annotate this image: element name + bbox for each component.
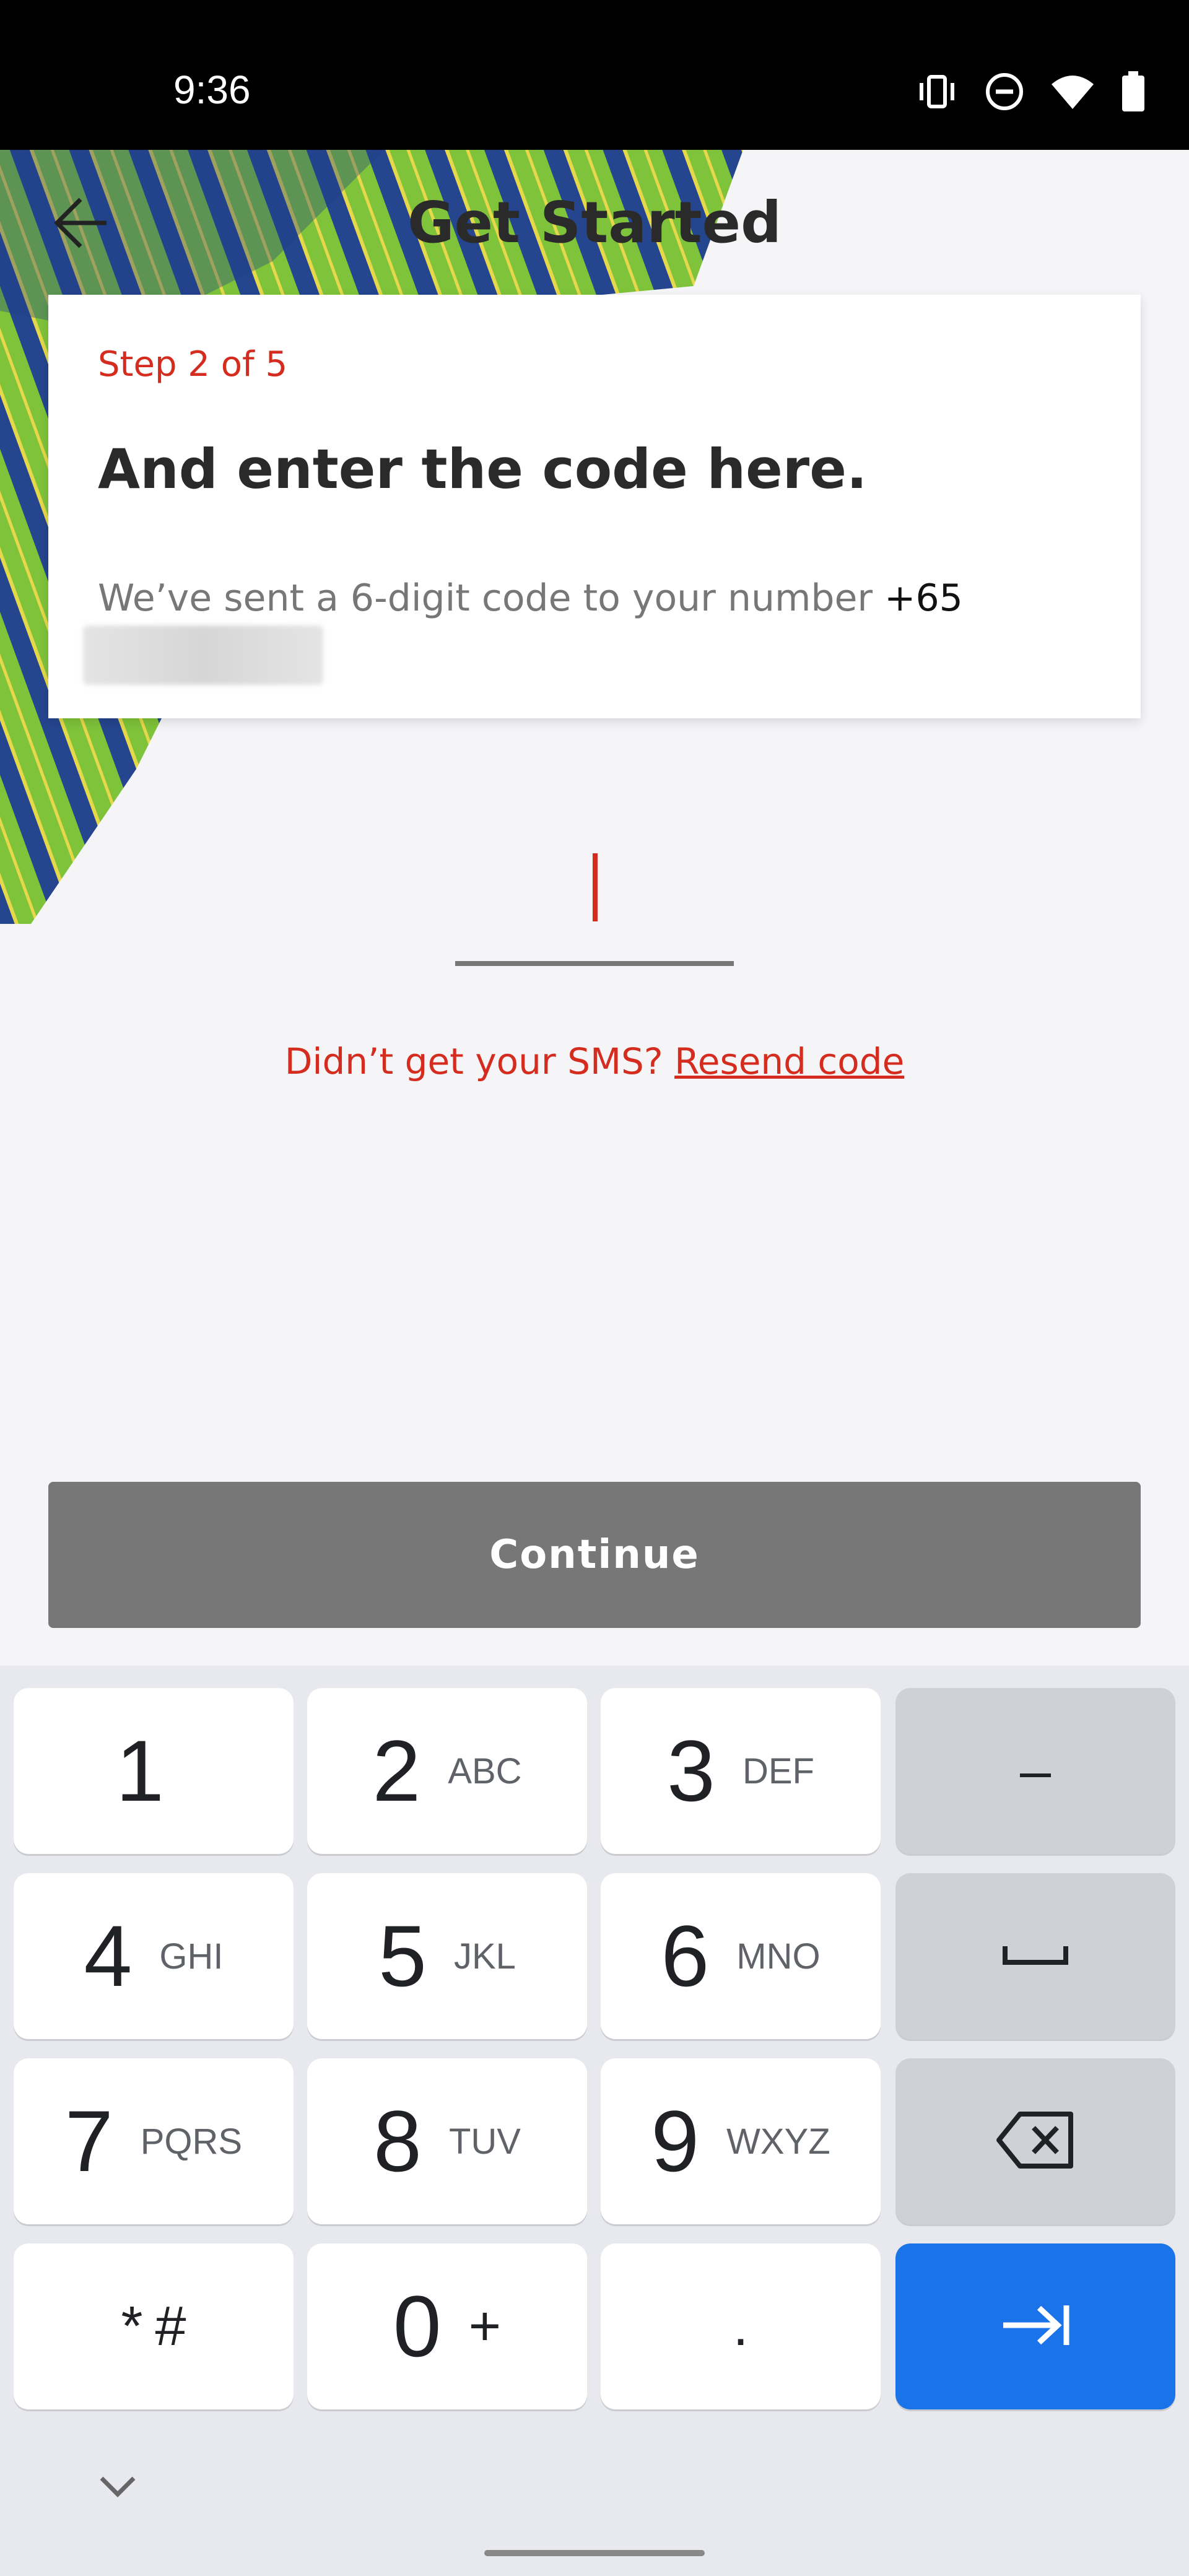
key-dash[interactable]: –	[895, 1688, 1175, 1854]
step-card: Step 2 of 5 And enter the code here. We’…	[48, 295, 1141, 718]
key-next[interactable]	[895, 2243, 1175, 2409]
status-bar: 9:36	[0, 0, 1189, 150]
gesture-nav-bar[interactable]	[484, 2550, 705, 2556]
backspace-icon	[995, 2109, 1076, 2174]
page-title: Get Started	[407, 189, 782, 256]
key-6[interactable]: 6 MNO	[601, 1873, 881, 2039]
key-period[interactable]: .	[601, 2243, 881, 2409]
key-space[interactable]	[895, 1873, 1175, 2039]
key-3[interactable]: 3 DEF	[601, 1688, 881, 1854]
redacted-phone-number	[83, 625, 323, 685]
do-not-disturb-icon	[985, 72, 1024, 111]
card-title: And enter the code here.	[98, 437, 868, 501]
resend-prompt: Didn’t get your SMS?	[284, 1040, 663, 1082]
code-underline	[455, 961, 734, 966]
key-star-hash[interactable]: * #	[14, 2243, 294, 2409]
resend-code-link[interactable]: Resend code	[674, 1040, 904, 1082]
vibrate-icon	[915, 73, 959, 110]
battery-icon	[1121, 71, 1146, 112]
space-icon	[1001, 1943, 1069, 1970]
status-time: 9:36	[173, 67, 251, 112]
description-text: We’ve sent a 6-digit code to your number	[98, 577, 873, 620]
key-1[interactable]: 1	[14, 1688, 294, 1854]
text-caret	[593, 853, 598, 921]
key-5[interactable]: 5 JKL	[307, 1873, 587, 2039]
top-bar: Get Started	[0, 150, 1189, 296]
tab-next-icon	[998, 2300, 1073, 2353]
key-4[interactable]: 4 GHI	[14, 1873, 294, 2039]
step-indicator: Step 2 of 5	[98, 344, 288, 385]
continue-button[interactable]: Continue	[48, 1482, 1141, 1628]
numeric-keyboard: 1 2 ABC 3 DEF – 4 GHI 5 JKL 6 MNO 7 PQRS 8 TUV …	[0, 1666, 1189, 2576]
wifi-icon	[1050, 73, 1095, 110]
resend-line: Didn’t get your SMS? Resend code	[0, 1040, 1189, 1082]
key-7[interactable]: 7 PQRS	[14, 2058, 294, 2224]
key-2[interactable]: 2 ABC	[307, 1688, 587, 1854]
key-0[interactable]: 0 +	[307, 2243, 587, 2409]
key-9[interactable]: 9 WXYZ	[601, 2058, 881, 2224]
key-backspace[interactable]	[895, 2058, 1175, 2224]
keyboard-hide-chevron-icon[interactable]	[93, 2471, 142, 2505]
code-input[interactable]	[455, 817, 734, 966]
key-8[interactable]: 8 TUV	[307, 2058, 587, 2224]
card-description: We’ve sent a 6-digit code to your number…	[98, 572, 1101, 624]
status-icons	[915, 67, 1146, 116]
phone-prefix: +65	[884, 577, 963, 620]
